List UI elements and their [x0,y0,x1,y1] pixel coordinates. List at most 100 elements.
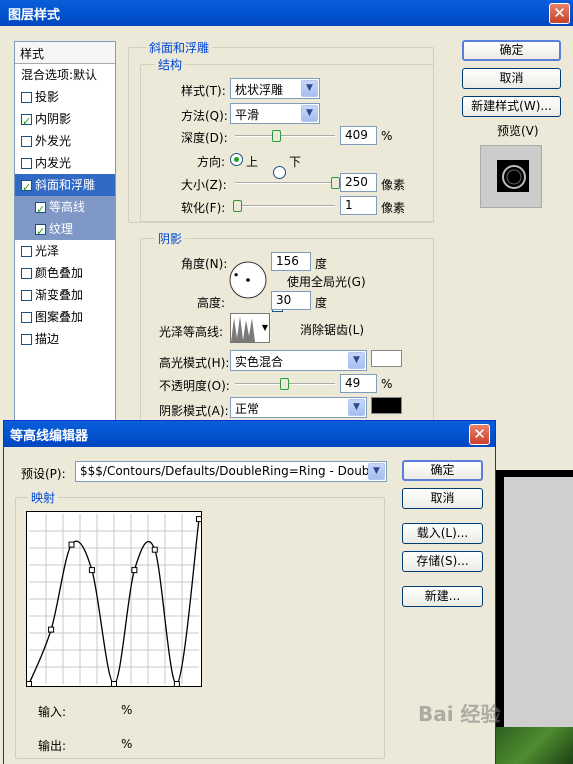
contour-load-button[interactable]: 载入(L)... [402,523,483,544]
gloss-contour-picker[interactable]: ▼ [230,313,270,343]
style-list-item[interactable]: 内发光 [15,152,115,174]
antialias-label[interactable]: 消除锯齿(L) [300,321,364,338]
soften-slider-thumb[interactable] [233,200,242,212]
chevron-down-icon[interactable]: ▼ [301,80,318,97]
curve-control-point[interactable] [131,567,138,574]
highlight-mode-value: 实色混合 [235,355,284,369]
depth-slider[interactable] [235,135,335,137]
curve-control-point[interactable] [88,567,95,574]
size-slider[interactable] [235,182,335,184]
style-checkbox[interactable] [21,111,32,133]
preset-select[interactable]: $$$/Contours/Defaults/DoubleRing=Ring - … [75,461,387,482]
contour-editor-titlebar[interactable]: 等高线编辑器 [4,421,495,447]
contour-curve-graph[interactable] [26,511,202,687]
style-list-item[interactable]: 图案叠加 [15,306,115,328]
style-checkbox[interactable] [21,268,32,279]
style-checkbox[interactable] [21,246,32,257]
style-list-item[interactable]: 颜色叠加 [15,262,115,284]
style-list-item[interactable]: 光泽 [15,240,115,262]
curve-control-point[interactable] [173,681,180,687]
style-list-item[interactable]: 斜面和浮雕 [15,174,115,199]
output-label: 输出: [38,739,67,753]
style-list-item[interactable]: 投影 [15,86,115,108]
contour-save-button[interactable]: 存储(S)... [402,551,483,572]
altitude-label: 高度: [197,296,226,310]
contour-ok-button[interactable]: 确定 [402,460,483,481]
soften-label: 软化(F): [181,201,226,215]
style-list-item-label: 纹理 [49,222,74,236]
contour-new-button[interactable]: 新建... [402,586,483,607]
layer-style-titlebar[interactable]: 图层样式 [0,0,573,26]
altitude-input[interactable]: 30 [271,291,311,310]
style-list-item[interactable]: 描边 [15,328,115,350]
highlight-mode-label: 高光模式(H): [159,356,230,370]
style-list-item[interactable]: 混合选项:默认 [15,64,115,86]
soften-input[interactable]: 1 [340,196,377,215]
style-checkbox[interactable] [21,92,32,103]
style-list-item-label: 颜色叠加 [35,266,84,280]
direction-up-label[interactable]: 上 [246,153,258,170]
size-unit: 像素 [381,178,406,192]
angle-dial[interactable] [228,260,268,300]
style-checkbox[interactable] [21,312,32,323]
opacity-unit: % [381,377,393,391]
curve-control-point[interactable] [196,516,202,523]
opacity-input[interactable]: 49 [340,374,377,393]
curve-control-point[interactable] [68,541,75,548]
preview-swatch [497,160,529,192]
highlight-mode-select[interactable]: 实色混合 ▼ [230,350,367,371]
style-checkbox[interactable] [21,177,32,199]
style-select[interactable]: 枕状浮雕 ▼ [230,78,320,99]
style-list-item[interactable]: 外发光 [15,130,115,152]
curve-control-point[interactable] [48,626,55,633]
style-list-item-label: 光泽 [35,244,60,258]
highlight-color-swatch[interactable] [371,350,402,367]
style-checkbox[interactable] [35,221,46,243]
style-checkbox[interactable] [21,136,32,147]
global-light-label[interactable]: 使用全局光(G) [287,273,366,290]
soften-slider[interactable] [235,205,335,207]
style-list-item[interactable]: 内阴影 [15,108,115,133]
style-checkbox[interactable] [21,158,32,169]
style-checkbox[interactable] [21,290,32,301]
ok-button[interactable]: 确定 [462,40,561,61]
direction-label: 方向: [197,155,226,169]
curve-control-point[interactable] [111,681,117,687]
style-list-item[interactable]: 等高线 [15,196,115,221]
depth-slider-thumb[interactable] [272,130,281,142]
curve-control-point[interactable] [151,546,158,553]
output-unit: % [121,737,133,751]
chevron-down-icon[interactable]: ▼ [262,323,268,332]
style-list-item[interactable]: 渐变叠加 [15,284,115,306]
styles-list-header[interactable]: 样式 [15,42,115,64]
shadow-mode-select[interactable]: 正常 ▼ [230,397,367,418]
direction-up-radio[interactable] [230,153,243,166]
close-icon[interactable]: ✕ [549,3,570,24]
chevron-down-icon[interactable]: ▼ [348,399,365,416]
contour-cancel-button[interactable]: 取消 [402,488,483,509]
new-style-button[interactable]: 新建样式(W)... [462,96,561,117]
preview-label[interactable]: 预览(V) [497,122,539,139]
angle-input[interactable]: 156 [271,252,311,271]
direction-down-radio[interactable] [273,166,286,179]
style-label: 样式(T): [181,84,226,98]
style-checkbox[interactable] [35,199,46,221]
close-icon[interactable]: ✕ [469,424,490,445]
technique-select[interactable]: 平滑 ▼ [230,103,320,124]
shadow-color-swatch[interactable] [371,397,402,414]
size-slider-thumb[interactable] [331,177,340,189]
style-list-item-label: 内发光 [35,156,72,170]
cancel-button[interactable]: 取消 [462,68,561,89]
styles-list: 样式 混合选项:默认投影内阴影外发光内发光斜面和浮雕等高线纹理光泽颜色叠加渐变叠… [14,41,116,421]
curve-control-point[interactable] [27,681,32,687]
style-list-item[interactable]: 纹理 [15,218,115,243]
direction-down-label[interactable]: 下 [289,153,301,170]
chevron-down-icon[interactable]: ▼ [368,463,385,480]
depth-input[interactable]: 409 [340,126,377,145]
style-checkbox[interactable] [21,334,32,345]
chevron-down-icon[interactable]: ▼ [301,105,318,122]
chevron-down-icon[interactable]: ▼ [348,352,365,369]
size-input[interactable]: 250 [340,173,377,192]
style-preview [480,145,542,208]
opacity-slider-thumb[interactable] [280,378,289,390]
